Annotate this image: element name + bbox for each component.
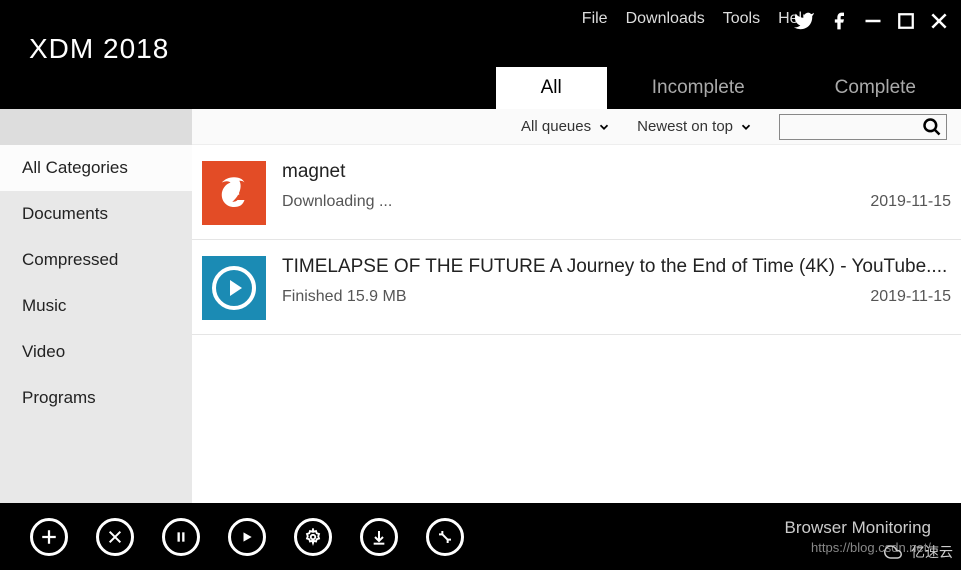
sidebar-item-compressed[interactable]: Compressed xyxy=(0,237,192,283)
settings-button[interactable] xyxy=(294,518,332,556)
close-icon[interactable] xyxy=(929,11,949,31)
search-icon xyxy=(922,117,942,137)
item-date: 2019-11-15 xyxy=(870,193,951,211)
download-button[interactable] xyxy=(360,518,398,556)
tab-incomplete[interactable]: Incomplete xyxy=(607,67,790,109)
main-area: All CategoriesDocumentsCompressedMusicVi… xyxy=(0,109,961,503)
sidebar-item-programs[interactable]: Programs xyxy=(0,375,192,421)
browser-monitoring-label[interactable]: Browser Monitoring xyxy=(785,518,931,538)
facebook-icon[interactable] xyxy=(829,10,849,32)
menu-tools[interactable]: Tools xyxy=(723,10,760,28)
content: All queues Newest on top magnet Download… xyxy=(192,109,961,503)
header: XDM 2018 File Downloads Tools Help All I… xyxy=(0,0,961,109)
play-button[interactable] xyxy=(228,518,266,556)
download-list: magnet Downloading ... 2019-11-15 TIMELA… xyxy=(192,145,961,335)
chevron-down-icon xyxy=(597,120,611,134)
maximize-icon[interactable] xyxy=(897,12,915,30)
chevron-down-icon xyxy=(739,120,753,134)
pause-button[interactable] xyxy=(162,518,200,556)
sort-label: Newest on top xyxy=(637,118,733,135)
tab-complete[interactable]: Complete xyxy=(790,67,961,109)
cancel-button[interactable] xyxy=(96,518,134,556)
tab-all[interactable]: All xyxy=(496,67,607,109)
app-title: XDM 2018 xyxy=(29,33,169,65)
window-controls xyxy=(793,10,949,32)
minimize-icon[interactable] xyxy=(863,11,883,31)
menu-bar: File Downloads Tools Help xyxy=(582,10,811,28)
footer: Browser Monitoring https://blog.csdn.net… xyxy=(0,503,961,570)
search-input[interactable] xyxy=(779,114,947,140)
watermark: 亿速云 xyxy=(881,542,953,562)
footer-buttons xyxy=(30,518,464,556)
sidebar-item-all-categories[interactable]: All Categories xyxy=(0,145,192,191)
item-title: TIMELAPSE OF THE FUTURE A Journey to the… xyxy=(282,256,951,278)
item-body: TIMELAPSE OF THE FUTURE A Journey to the… xyxy=(282,256,951,320)
sidebar-item-video[interactable]: Video xyxy=(0,329,192,375)
download-item[interactable]: TIMELAPSE OF THE FUTURE A Journey to the… xyxy=(192,240,961,335)
sidebar-header xyxy=(0,109,192,145)
item-meta: Finished 15.9 MB 2019-11-15 xyxy=(282,288,951,306)
ie-icon xyxy=(202,161,266,225)
refresh-button[interactable] xyxy=(426,518,464,556)
queues-dropdown[interactable]: All queues xyxy=(521,118,611,135)
item-title: magnet xyxy=(282,161,951,183)
play-icon xyxy=(202,256,266,320)
tabs: All Incomplete Complete xyxy=(496,67,961,109)
sort-dropdown[interactable]: Newest on top xyxy=(637,118,753,135)
item-date: 2019-11-15 xyxy=(870,288,951,306)
add-button[interactable] xyxy=(30,518,68,556)
download-item[interactable]: magnet Downloading ... 2019-11-15 xyxy=(192,145,961,240)
menu-file[interactable]: File xyxy=(582,10,608,28)
sidebar-item-music[interactable]: Music xyxy=(0,283,192,329)
item-status: Downloading ... xyxy=(282,193,392,211)
item-body: magnet Downloading ... 2019-11-15 xyxy=(282,161,951,225)
sidebar: All CategoriesDocumentsCompressedMusicVi… xyxy=(0,109,192,503)
twitter-icon[interactable] xyxy=(793,10,815,32)
sidebar-item-documents[interactable]: Documents xyxy=(0,191,192,237)
item-meta: Downloading ... 2019-11-15 xyxy=(282,193,951,211)
menu-downloads[interactable]: Downloads xyxy=(626,10,705,28)
toolbar: All queues Newest on top xyxy=(192,109,961,145)
queues-label: All queues xyxy=(521,118,591,135)
item-status: Finished 15.9 MB xyxy=(282,288,407,306)
cloud-icon xyxy=(881,543,905,561)
